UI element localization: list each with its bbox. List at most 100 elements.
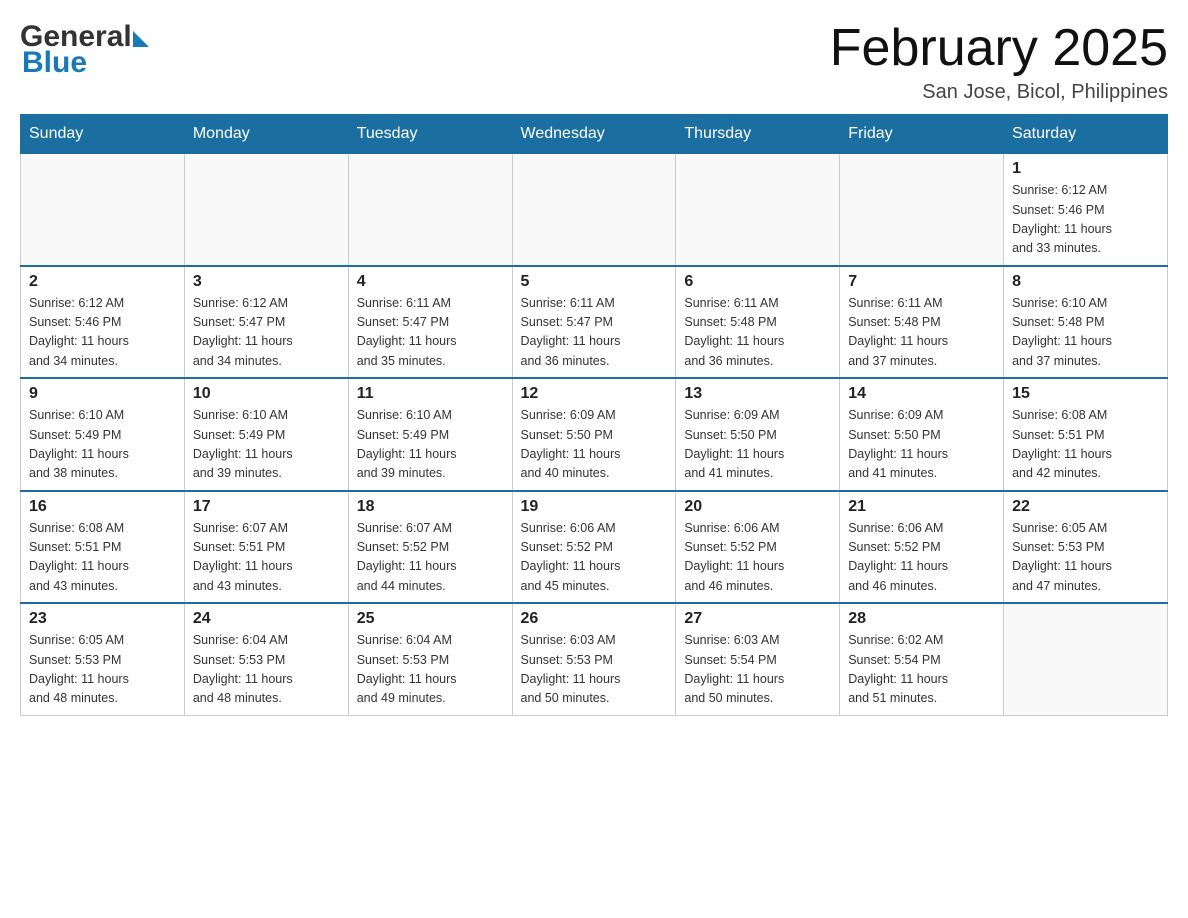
day-number: 20 [684,498,831,516]
header-thursday: Thursday [676,115,840,154]
header-saturday: Saturday [1004,115,1168,154]
day-number: 8 [1012,273,1159,291]
calendar-cell: 11 Sunrise: 6:10 AMSunset: 5:49 PMDayligh… [348,378,512,491]
day-number: 3 [193,273,340,291]
calendar-cell: 16 Sunrise: 6:08 AMSunset: 5:51 PMDayligh… [21,491,185,604]
calendar-cell: 8 Sunrise: 6:10 AMSunset: 5:48 PMDaylight… [1004,266,1168,379]
calendar-cell: 21 Sunrise: 6:06 AMSunset: 5:52 PMDayligh… [840,491,1004,604]
calendar-week-row: 2Sunrise: 6:12 AMSunset: 5:46 PMDaylight… [21,266,1168,379]
day-number: 10 [193,385,340,403]
logo-blue-text: Blue [20,46,149,80]
calendar-cell [512,154,676,266]
day-info: Sunrise: 6:11 AMSunset: 5:47 PMDaylight:… [357,294,504,372]
calendar-cell: 24 Sunrise: 6:04 AMSunset: 5:53 PMDayligh… [184,603,348,715]
day-info: Sunrise: 6:09 AMSunset: 5:50 PMDaylight:… [521,406,668,484]
day-info: Sunrise: 6:02 AMSunset: 5:54 PMDaylight:… [848,631,995,709]
page-header: General Blue February 2025 San Jose, Bic… [20,20,1168,104]
calendar-cell: 2Sunrise: 6:12 AMSunset: 5:46 PMDaylight… [21,266,185,379]
location-subtitle: San Jose, Bicol, Philippines [830,81,1168,104]
header-monday: Monday [184,115,348,154]
day-info: Sunrise: 6:07 AMSunset: 5:51 PMDaylight:… [193,519,340,597]
day-number: 9 [29,385,176,403]
day-number: 24 [193,610,340,628]
day-number: 11 [357,385,504,403]
day-number: 18 [357,498,504,516]
day-info: Sunrise: 6:10 AMSunset: 5:48 PMDaylight:… [1012,294,1159,372]
day-info: Sunrise: 6:10 AMSunset: 5:49 PMDaylight:… [357,406,504,484]
calendar-cell: 4 Sunrise: 6:11 AMSunset: 5:47 PMDaylight… [348,266,512,379]
calendar-week-row: 16 Sunrise: 6:08 AMSunset: 5:51 PMDayligh… [21,491,1168,604]
day-number: 16 [29,498,176,516]
day-number: 5 [521,273,668,291]
day-info: Sunrise: 6:09 AMSunset: 5:50 PMDaylight:… [848,406,995,484]
calendar-cell [1004,603,1168,715]
calendar-week-row: 23Sunrise: 6:05 AMSunset: 5:53 PMDayligh… [21,603,1168,715]
day-info: Sunrise: 6:11 AMSunset: 5:47 PMDaylight:… [521,294,668,372]
day-number: 21 [848,498,995,516]
day-info: Sunrise: 6:06 AMSunset: 5:52 PMDaylight:… [684,519,831,597]
day-info: Sunrise: 6:08 AMSunset: 5:51 PMDaylight:… [1012,406,1159,484]
logo-chevron-icon [133,31,149,47]
calendar-cell: 12 Sunrise: 6:09 AMSunset: 5:50 PMDayligh… [512,378,676,491]
header-tuesday: Tuesday [348,115,512,154]
day-info: Sunrise: 6:12 AMSunset: 5:47 PMDaylight:… [193,294,340,372]
calendar-cell: 14 Sunrise: 6:09 AMSunset: 5:50 PMDayligh… [840,378,1004,491]
calendar-cell: 25 Sunrise: 6:04 AMSunset: 5:53 PMDayligh… [348,603,512,715]
day-number: 15 [1012,385,1159,403]
calendar-cell [676,154,840,266]
calendar-cell: 28 Sunrise: 6:02 AMSunset: 5:54 PMDayligh… [840,603,1004,715]
day-number: 28 [848,610,995,628]
calendar-cell: 18 Sunrise: 6:07 AMSunset: 5:52 PMDayligh… [348,491,512,604]
day-info: Sunrise: 6:11 AMSunset: 5:48 PMDaylight:… [684,294,831,372]
day-info: Sunrise: 6:03 AMSunset: 5:54 PMDaylight:… [684,631,831,709]
day-info: Sunrise: 6:09 AMSunset: 5:50 PMDaylight:… [684,406,831,484]
day-info: Sunrise: 6:10 AMSunset: 5:49 PMDaylight:… [193,406,340,484]
day-number: 23 [29,610,176,628]
calendar-week-row: 9 Sunrise: 6:10 AMSunset: 5:49 PMDaylight… [21,378,1168,491]
day-info: Sunrise: 6:05 AMSunset: 5:53 PMDaylight:… [1012,519,1159,597]
day-info: Sunrise: 6:04 AMSunset: 5:53 PMDaylight:… [193,631,340,709]
day-info: Sunrise: 6:12 AMSunset: 5:46 PMDaylight:… [1012,181,1159,259]
day-number: 19 [521,498,668,516]
calendar-cell: 5 Sunrise: 6:11 AMSunset: 5:47 PMDaylight… [512,266,676,379]
day-number: 26 [521,610,668,628]
month-title: February 2025 [830,20,1168,77]
calendar-cell: 22 Sunrise: 6:05 AMSunset: 5:53 PMDayligh… [1004,491,1168,604]
day-info: Sunrise: 6:06 AMSunset: 5:52 PMDaylight:… [521,519,668,597]
calendar-table: Sunday Monday Tuesday Wednesday Thursday… [20,114,1168,716]
calendar-cell: 9 Sunrise: 6:10 AMSunset: 5:49 PMDaylight… [21,378,185,491]
day-number: 25 [357,610,504,628]
day-number: 14 [848,385,995,403]
day-info: Sunrise: 6:08 AMSunset: 5:51 PMDaylight:… [29,519,176,597]
header-row: Sunday Monday Tuesday Wednesday Thursday… [21,115,1168,154]
calendar-week-row: 1Sunrise: 6:12 AMSunset: 5:46 PMDaylight… [21,154,1168,266]
day-number: 22 [1012,498,1159,516]
calendar-cell: 19 Sunrise: 6:06 AMSunset: 5:52 PMDayligh… [512,491,676,604]
day-info: Sunrise: 6:06 AMSunset: 5:52 PMDaylight:… [848,519,995,597]
calendar-cell: 13 Sunrise: 6:09 AMSunset: 5:50 PMDayligh… [676,378,840,491]
logo: General Blue [20,20,149,80]
day-number: 27 [684,610,831,628]
day-info: Sunrise: 6:10 AMSunset: 5:49 PMDaylight:… [29,406,176,484]
calendar-cell [348,154,512,266]
calendar-cell [840,154,1004,266]
calendar-cell: 1Sunrise: 6:12 AMSunset: 5:46 PMDaylight… [1004,154,1168,266]
calendar-cell: 6 Sunrise: 6:11 AMSunset: 5:48 PMDaylight… [676,266,840,379]
calendar-cell: 3 Sunrise: 6:12 AMSunset: 5:47 PMDaylight… [184,266,348,379]
day-number: 13 [684,385,831,403]
day-number: 12 [521,385,668,403]
calendar-cell: 23Sunrise: 6:05 AMSunset: 5:53 PMDayligh… [21,603,185,715]
day-info: Sunrise: 6:12 AMSunset: 5:46 PMDaylight:… [29,294,176,372]
calendar-cell: 27 Sunrise: 6:03 AMSunset: 5:54 PMDayligh… [676,603,840,715]
day-number: 6 [684,273,831,291]
day-info: Sunrise: 6:03 AMSunset: 5:53 PMDaylight:… [521,631,668,709]
day-info: Sunrise: 6:11 AMSunset: 5:48 PMDaylight:… [848,294,995,372]
title-area: February 2025 San Jose, Bicol, Philippin… [830,20,1168,104]
day-info: Sunrise: 6:07 AMSunset: 5:52 PMDaylight:… [357,519,504,597]
calendar-cell: 10 Sunrise: 6:10 AMSunset: 5:49 PMDayligh… [184,378,348,491]
day-number: 17 [193,498,340,516]
calendar-cell: 15 Sunrise: 6:08 AMSunset: 5:51 PMDayligh… [1004,378,1168,491]
day-info: Sunrise: 6:04 AMSunset: 5:53 PMDaylight:… [357,631,504,709]
calendar-cell: 26 Sunrise: 6:03 AMSunset: 5:53 PMDayligh… [512,603,676,715]
day-number: 4 [357,273,504,291]
